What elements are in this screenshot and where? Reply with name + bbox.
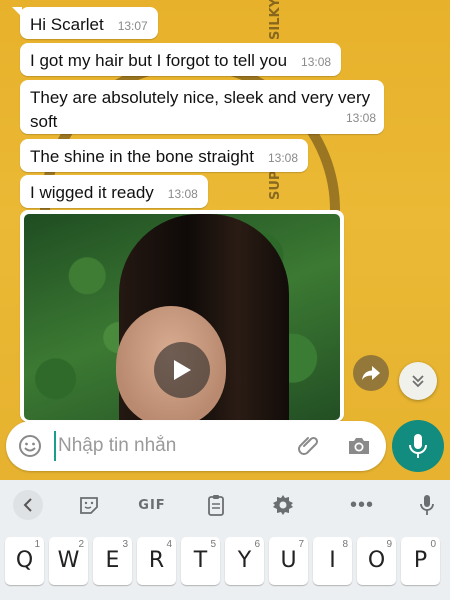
message-text: I got my hair but I forgot to tell you [30, 51, 288, 70]
key-r[interactable]: 4R [137, 537, 176, 585]
message-bubble[interactable]: I wigged it ready 13:08 [20, 175, 208, 208]
key-o[interactable]: 9O [357, 537, 396, 585]
chevron-double-down-icon [412, 375, 424, 388]
keyboard-back-button[interactable] [13, 490, 43, 520]
more-button[interactable]: ••• [345, 492, 379, 518]
wallpaper-side-text-2: SUP [268, 170, 283, 200]
message-composer [6, 421, 386, 471]
key-label: O [367, 548, 386, 573]
gif-button[interactable]: GIF [134, 492, 170, 518]
key-u[interactable]: 7U [269, 537, 308, 585]
settings-button[interactable] [270, 492, 296, 518]
message-time: 13:08 [301, 55, 332, 69]
camera-icon[interactable] [346, 434, 372, 458]
key-q[interactable]: 1Q [5, 537, 44, 585]
message-text: Hi Scarlet [30, 15, 104, 34]
key-y[interactable]: 6Y [225, 537, 264, 585]
key-label: E [105, 548, 120, 573]
key-i[interactable]: 8I [313, 537, 352, 585]
sticker-button[interactable] [76, 492, 102, 518]
message-time: 13:08 [345, 111, 376, 125]
key-w[interactable]: 2W [49, 537, 88, 585]
forward-button[interactable] [353, 355, 389, 391]
keyboard-mic-button[interactable] [415, 492, 439, 518]
emoji-icon[interactable] [18, 434, 42, 458]
key-label: I [329, 548, 336, 573]
key-p[interactable]: 0P [401, 537, 440, 585]
key-label: R [148, 548, 165, 573]
play-icon [174, 360, 191, 380]
voice-record-button[interactable] [392, 420, 444, 472]
key-label: Q [15, 548, 34, 573]
message-time: 13:08 [267, 151, 299, 165]
message-text: They are absolutely nice, sleek and very… [30, 88, 371, 131]
more-label: ••• [349, 493, 374, 516]
message-text: I wigged it ready [30, 183, 154, 202]
message-bubble[interactable]: They are absolutely nice, sleek and very… [20, 80, 384, 134]
message-input[interactable] [54, 431, 284, 461]
video-thumbnail[interactable] [24, 214, 340, 420]
wallpaper-side-text: SILKY [268, 0, 283, 40]
message-time: 13:07 [117, 19, 148, 33]
key-label: U [280, 548, 297, 573]
microphone-icon [409, 434, 427, 458]
gear-icon [273, 495, 293, 515]
keyboard-key-row: 1Q 2W 3E 4R 5T 6Y 7U 8I 9O 0P [0, 537, 450, 587]
key-label: T [193, 548, 208, 573]
microphone-icon [420, 495, 434, 515]
message-text: The shine in the bone straight [30, 147, 254, 166]
key-label: Y [237, 548, 252, 573]
back-icon [23, 498, 32, 512]
play-button[interactable] [154, 342, 210, 398]
sticker-icon [80, 497, 98, 514]
message-bubble[interactable]: Hi Scarlet 13:07 [12, 7, 158, 39]
key-label: P [413, 548, 428, 573]
gif-label: GIF [138, 497, 166, 513]
message-time: 13:08 [167, 187, 198, 201]
key-t[interactable]: 5T [181, 537, 220, 585]
message-bubble[interactable]: I got my hair but I forgot to tell you 13… [20, 43, 342, 76]
clipboard-icon [208, 495, 224, 516]
message-bubble[interactable]: The shine in the bone straight 13:08 [20, 139, 309, 172]
clipboard-button[interactable] [203, 492, 229, 518]
chat-area: SILKY SUP Hi Scarlet 13:07 I got my hair … [0, 0, 450, 480]
paperclip-icon[interactable] [296, 434, 320, 458]
key-label: W [57, 548, 80, 573]
video-message[interactable] [20, 210, 344, 422]
keyboard-toolbar: GIF ••• [0, 480, 450, 530]
forward-icon [362, 366, 380, 380]
key-e[interactable]: 3E [93, 537, 132, 585]
scroll-to-bottom-button[interactable] [399, 362, 437, 400]
